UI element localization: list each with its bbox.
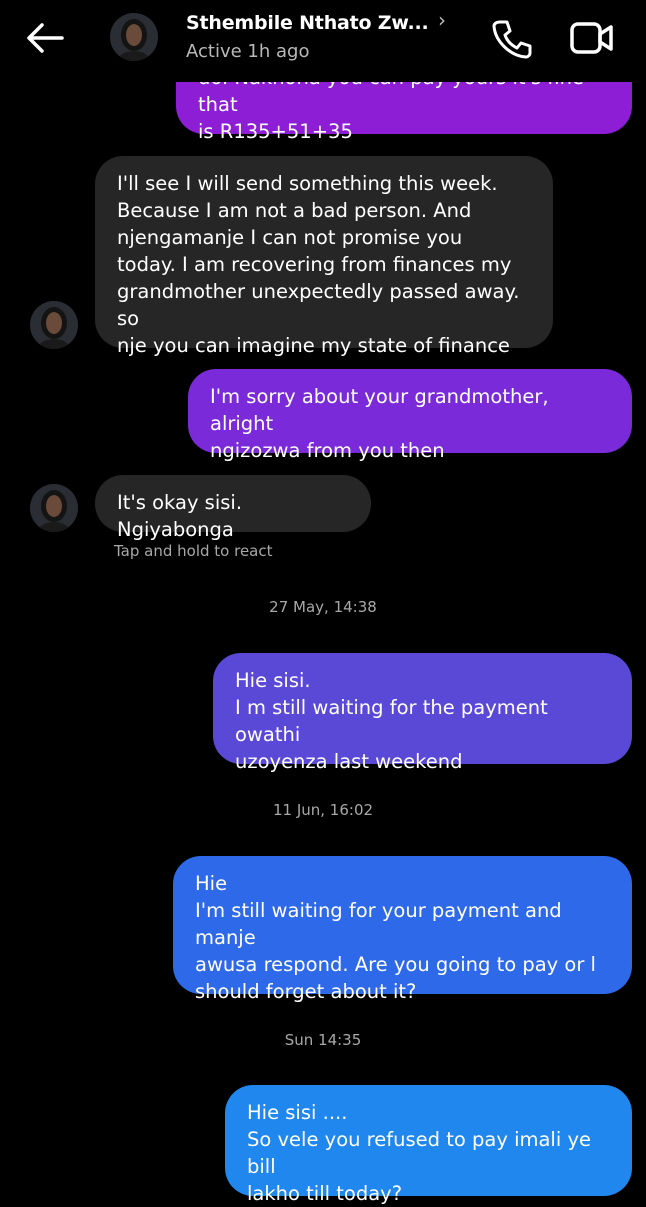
timestamp: 11 Jun, 16:02	[272, 801, 374, 819]
chat-header: Sthembile Nthato Zw... › Active 1h ago	[0, 0, 646, 82]
incoming-message[interactable]: I'll see I will send something this week…	[95, 156, 553, 357]
timestamp: Sun 14:35	[284, 1031, 362, 1049]
video-call-icon[interactable]	[568, 18, 616, 58]
outgoing-message[interactable]: Hie I'm still waiting for your payment a…	[173, 856, 632, 1003]
incoming-message[interactable]: It's okay sisi. Ngiyabonga	[95, 475, 371, 541]
timestamp: 27 May, 14:38	[269, 598, 377, 616]
back-arrow-icon[interactable]	[24, 18, 68, 58]
outgoing-message[interactable]: I'm sorry about your grandmother, alrigh…	[188, 369, 632, 462]
active-status: Active 1h ago	[186, 41, 310, 62]
react-hint: Tap and hold to react	[114, 542, 273, 560]
outgoing-message[interactable]: Hie sisi .... So vele you refused to pay…	[225, 1085, 632, 1205]
outgoing-message[interactable]: Hie sisi. I m still waiting for the paym…	[213, 653, 632, 773]
contact-avatar-small[interactable]	[30, 301, 78, 349]
call-icon[interactable]	[490, 17, 534, 59]
contact-name[interactable]: Sthembile Nthato Zw...	[186, 12, 429, 34]
chevron-right-icon[interactable]: ›	[438, 8, 446, 32]
contact-avatar-small[interactable]	[30, 484, 78, 532]
contact-avatar[interactable]	[110, 13, 158, 61]
